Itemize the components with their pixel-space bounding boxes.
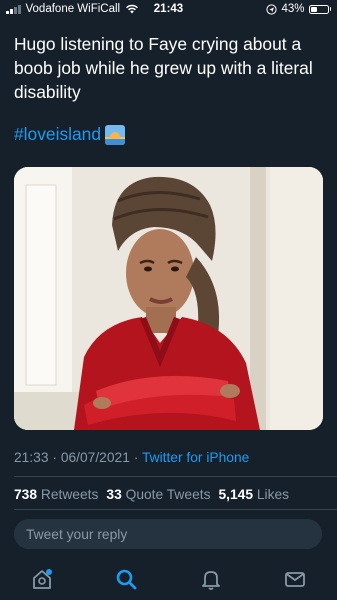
divider-2 [14, 509, 337, 510]
hashtag-link[interactable]: #loveisland [14, 124, 101, 145]
retweets-count: 738 [14, 487, 38, 502]
status-right: 43% [266, 3, 331, 15]
tweet-photo[interactable] [14, 167, 323, 430]
status-bar: Vodafone WiFiCall 21:43 43% [0, 0, 337, 20]
battery-fill [310, 6, 317, 12]
tweet-stats: 738 Retweets 33 Quote Tweets 5,145 Likes [14, 487, 289, 502]
battery-cap [329, 7, 331, 11]
quotes-label: Quote Tweets [125, 487, 211, 502]
messages-icon[interactable] [282, 566, 308, 592]
retweets-label: Retweets [40, 487, 99, 502]
home-icon[interactable] [29, 566, 55, 592]
notifications-icon[interactable] [198, 566, 224, 592]
tweet-meta: 21:33 · 06/07/2021 · Twitter for iPhone [14, 450, 249, 465]
meta-separator-2: · [133, 450, 139, 465]
sunrise-emoji [105, 124, 126, 145]
hashtag-line: #loveisland [14, 124, 126, 145]
quotes-count: 33 [106, 487, 122, 502]
battery-icon [308, 4, 329, 14]
meta-separator: · [52, 450, 57, 465]
likes-stat[interactable]: 5,145 Likes [218, 487, 289, 502]
quote-tweets-stat[interactable]: 33 Quote Tweets [106, 487, 210, 502]
tweet-source-link[interactable]: Twitter for iPhone [142, 450, 249, 465]
reply-input[interactable]: Tweet your reply [14, 519, 322, 549]
retweets-stat[interactable]: 738 Retweets [14, 487, 98, 502]
location-icon [266, 3, 278, 15]
reply-placeholder: Tweet your reply [26, 527, 128, 542]
tweet-text: Hugo listening to Faye crying about a bo… [14, 34, 313, 102]
likes-label: Likes [256, 487, 290, 502]
likes-count: 5,145 [218, 487, 254, 502]
search-icon[interactable] [113, 566, 139, 592]
tab-bar [0, 560, 337, 600]
tweet-date: 06/07/2021 [60, 450, 130, 465]
tweet-time: 21:33 [14, 450, 49, 465]
battery-percent: 43% [281, 3, 305, 15]
divider [14, 476, 337, 477]
